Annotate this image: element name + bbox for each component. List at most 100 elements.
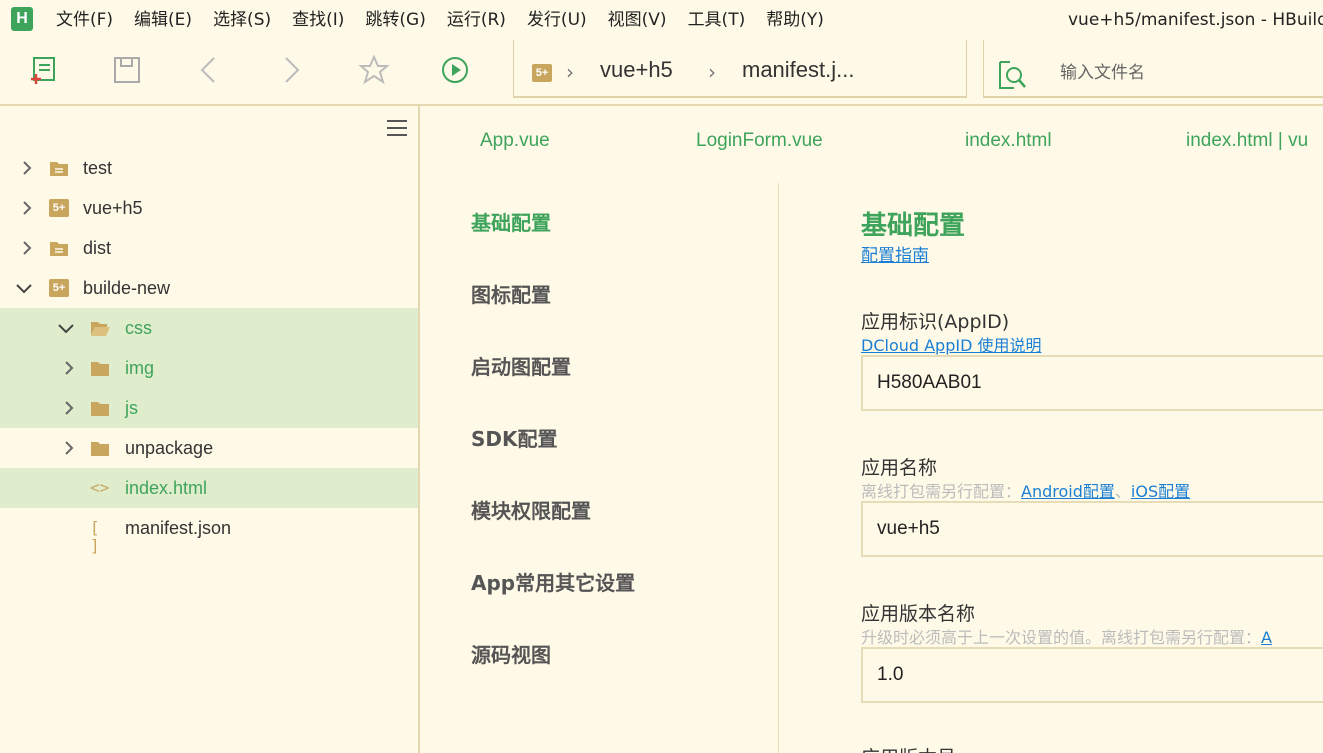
appid-help-link[interactable]: DCloud AppID 使用说明 (861, 332, 1042, 356)
section-title: 基础配置 (861, 211, 966, 241)
breadcrumb: 5+ › vue+h5 › manifest.j... (513, 40, 967, 98)
project-s5-icon: 5+ (49, 199, 69, 217)
save-icon[interactable] (111, 54, 143, 86)
nav-source-view[interactable]: 源码视图 (471, 639, 551, 668)
tree-item-label: dist (83, 238, 112, 258)
app-name-input[interactable] (861, 501, 1323, 557)
version-name-label: 应用版本名称 (861, 603, 976, 625)
chevron-right-icon: › (708, 60, 716, 84)
back-icon[interactable] (193, 54, 225, 86)
tree-item-dist[interactable]: dist (0, 228, 418, 268)
star-icon[interactable] (358, 54, 390, 86)
tree-item-label: js (125, 398, 138, 418)
chevron-down-icon[interactable] (57, 318, 75, 338)
menu-tools[interactable]: 工具(T) (688, 0, 746, 40)
nav-module-permission-config[interactable]: 模块权限配置 (471, 495, 591, 524)
android-config-link[interactable]: A (1261, 628, 1272, 647)
editor-tabs: App.vue LoginForm.vue index.html index.h… (422, 106, 1323, 180)
forward-icon[interactable] (275, 54, 307, 86)
tree-item-label: builde-new (83, 278, 171, 298)
tree-item-css[interactable]: css (0, 308, 418, 348)
tree-item-builde-new[interactable]: 5+ builde-new (0, 268, 418, 308)
version-name-hint-text: 升级时必须高于上一次设置的值。离线打包需另行配置： (861, 628, 1262, 647)
toolbar: 5+ › vue+h5 › manifest.j... (0, 40, 1323, 106)
menu-view[interactable]: 视图(V) (608, 0, 667, 40)
tab-app-vue[interactable]: App.vue (480, 130, 550, 152)
tree-item-index-html[interactable]: <> index.html (0, 468, 418, 508)
nav-splash-config[interactable]: 启动图配置 (471, 351, 571, 380)
new-file-icon[interactable] (28, 54, 60, 86)
tree-item-unpackage[interactable]: unpackage (0, 428, 418, 468)
run-icon[interactable] (439, 54, 471, 86)
menu-goto[interactable]: 跳转(G) (365, 0, 425, 40)
nav-app-other-settings[interactable]: App常用其它设置 (471, 567, 635, 596)
menu-publish[interactable]: 发行(U) (527, 0, 587, 40)
chevron-right-icon[interactable] (60, 398, 78, 418)
folder-icon (50, 242, 68, 256)
tree-item-label: vue+h5 (83, 198, 143, 218)
tree-item-label: index.html (125, 478, 208, 498)
menu-help[interactable]: 帮助(Y) (766, 0, 824, 40)
nav-icon-config[interactable]: 图标配置 (471, 279, 551, 308)
menu-run[interactable]: 运行(R) (447, 0, 506, 40)
tree-item-label: css (125, 318, 152, 338)
version-name-hint: 升级时必须高于上一次设置的值。离线打包需另行配置：A (861, 624, 1272, 648)
tab-loginform-vue[interactable]: LoginForm.vue (696, 130, 823, 152)
tree-item-img[interactable]: img (0, 348, 418, 388)
app-name-hint-text: 离线打包需另行配置： (861, 482, 1022, 501)
version-code-label: 应用版本号 (861, 743, 956, 753)
tree-item-label: unpackage (125, 438, 214, 458)
folder-open-icon (91, 322, 110, 336)
breadcrumb-project[interactable]: vue+h5 (600, 57, 673, 83)
json-file-icon: [ ] (90, 518, 100, 555)
nav-sdk-config[interactable]: SDK配置 (471, 423, 558, 452)
chevron-right-icon[interactable] (18, 158, 36, 178)
menu-select[interactable]: 选择(S) (213, 0, 271, 40)
folder-icon (91, 362, 109, 376)
hint-separator: 、 (1114, 482, 1131, 501)
tree-item-js[interactable]: js (0, 388, 418, 428)
search-input[interactable] (1060, 60, 1310, 86)
nav-basic-config[interactable]: 基础配置 (471, 207, 551, 236)
tree-item-label: test (83, 158, 113, 178)
android-config-link[interactable]: Android配置 (1021, 482, 1115, 501)
menu-bar: H 文件(F) 编辑(E) 选择(S) 查找(I) 跳转(G) 运行(R) 发行… (0, 0, 1323, 40)
chevron-right-icon[interactable] (18, 198, 36, 218)
appid-input[interactable] (861, 355, 1323, 411)
search-file-icon[interactable] (996, 60, 1028, 90)
appid-label: 应用标识(AppID) (861, 311, 1010, 333)
tree-item-manifest-json[interactable]: [ ] manifest.json (0, 508, 418, 555)
tree-item-test[interactable]: test (0, 148, 418, 188)
version-name-input[interactable] (861, 647, 1323, 703)
tab-index-html[interactable]: index.html (965, 130, 1052, 152)
folder-icon (91, 442, 109, 456)
manifest-config-nav: 基础配置 图标配置 启动图配置 SDK配置 模块权限配置 App常用其它设置 源… (422, 183, 779, 753)
config-guide-link[interactable]: 配置指南 (861, 241, 929, 266)
folder-icon (50, 162, 68, 176)
manifest-config-body: 基础配置 配置指南 应用标识(AppID) DCloud AppID 使用说明 … (780, 183, 1323, 753)
menu-find[interactable]: 查找(I) (292, 0, 344, 40)
chevron-down-icon[interactable] (15, 278, 33, 298)
project-s5-icon: 5+ (532, 64, 552, 82)
chevron-right-icon[interactable] (60, 438, 78, 458)
hbuilder-logo-icon: H (11, 7, 33, 31)
project-s5-icon: 5+ (49, 279, 69, 297)
menu-icon[interactable] (387, 120, 407, 136)
app-name-hint: 离线打包需另行配置：Android配置、iOS配置 (861, 478, 1190, 502)
app-name-label: 应用名称 (861, 457, 938, 479)
html-file-icon: <> (90, 478, 110, 497)
breadcrumb-file[interactable]: manifest.j... (742, 57, 854, 83)
project-sidebar: test 5+ vue+h5 dist 5+ builde-new css im… (0, 106, 420, 753)
folder-icon (91, 402, 109, 416)
menu-edit[interactable]: 编辑(E) (134, 0, 192, 40)
chevron-right-icon[interactable] (18, 238, 36, 258)
tab-index-html-vue[interactable]: index.html | vu (1186, 130, 1308, 152)
ios-config-link[interactable]: iOS配置 (1131, 482, 1190, 501)
file-search (983, 40, 1323, 98)
chevron-right-icon[interactable] (60, 358, 78, 378)
menu-file[interactable]: 文件(F) (56, 0, 113, 40)
chevron-right-icon: › (566, 60, 574, 84)
tree-item-vue-h5[interactable]: 5+ vue+h5 (0, 188, 418, 228)
tree-item-label: img (125, 358, 155, 378)
tree-item-label: manifest.json (125, 518, 232, 538)
